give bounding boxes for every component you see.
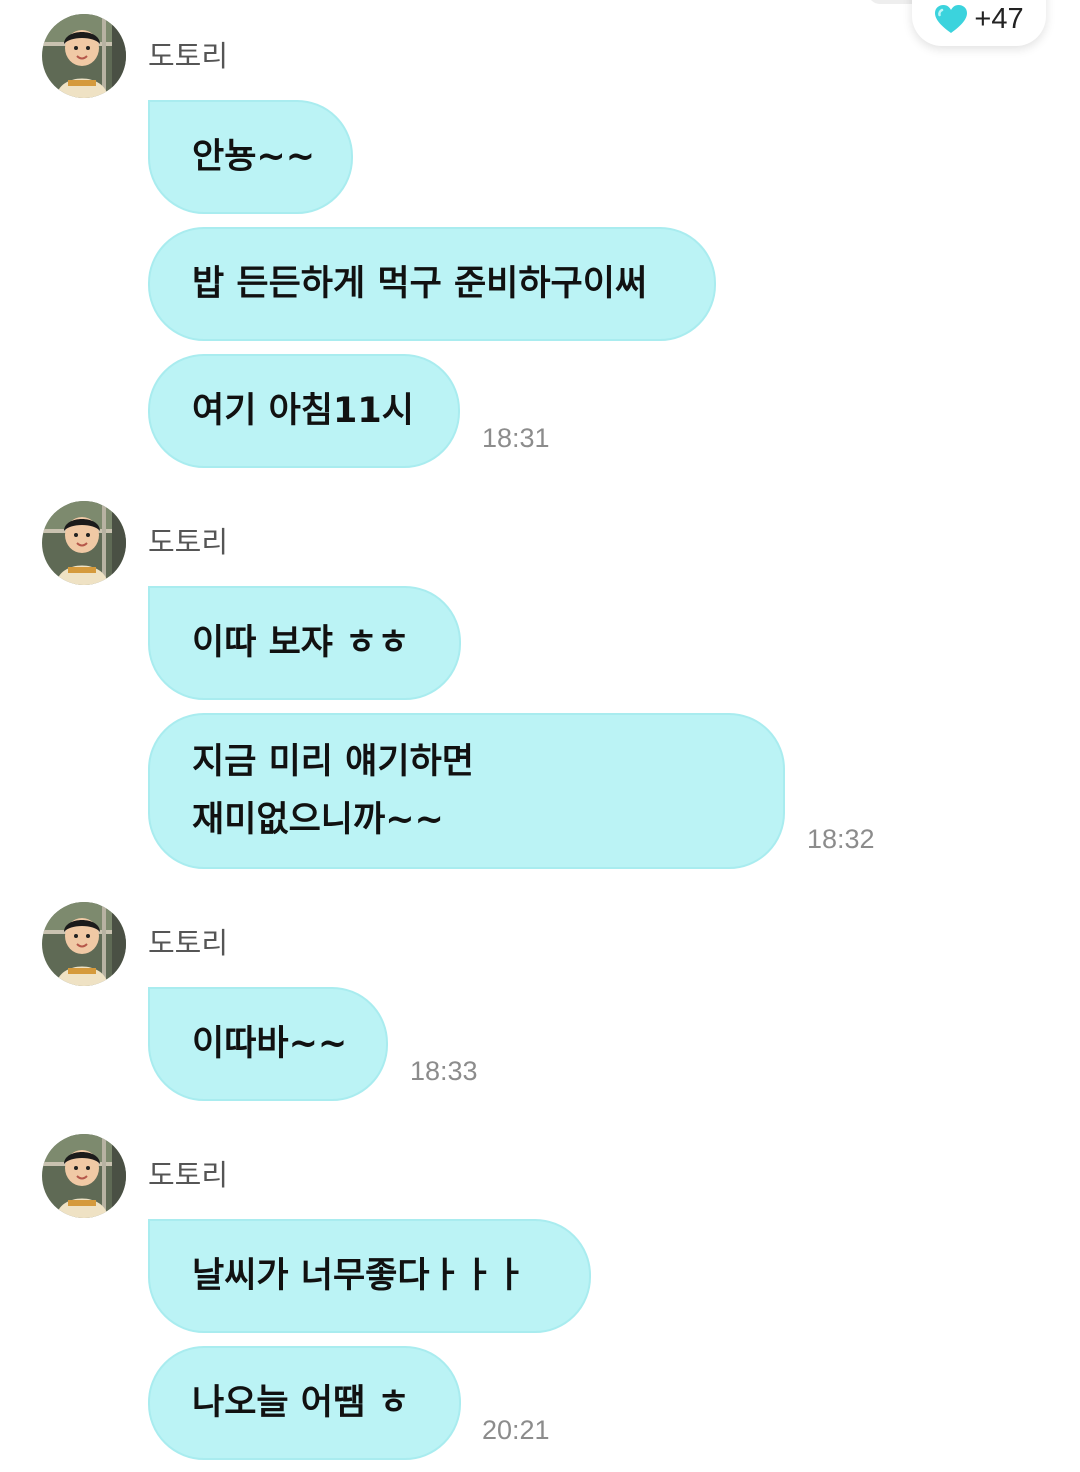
reaction-counter[interactable]: +47 <box>912 0 1046 46</box>
message-bubble[interactable]: 안뇽~~ <box>148 100 353 214</box>
reaction-count: +47 <box>974 3 1024 35</box>
avatar[interactable] <box>42 902 126 986</box>
message-text: 이따바~~ <box>192 1024 348 1064</box>
message-bubble[interactable]: 날씨가 너무좋다ㅏㅏㅏ <box>148 1219 591 1333</box>
message-bubble[interactable]: 이따 보쟈 ㅎㅎ <box>148 586 461 700</box>
message-timestamp: 18:32 <box>807 824 875 854</box>
message-timestamp: 18:33 <box>410 1056 478 1086</box>
avatar[interactable] <box>42 501 126 585</box>
sender-name: 도토리 <box>148 926 229 960</box>
sender-name: 도토리 <box>148 39 229 73</box>
message-timestamp: 20:21 <box>482 1415 550 1445</box>
message-text: 이따 보쟈 ㅎㅎ <box>192 623 410 663</box>
message-bubble[interactable]: 이따바~~ <box>148 987 388 1101</box>
message-bubble[interactable]: 나오늘 어땜 ㅎ <box>148 1346 461 1460</box>
message-timestamp: 18:31 <box>482 423 550 453</box>
message-bubble[interactable]: 지금 미리 얘기하면 재미없으니까~~ <box>148 713 785 869</box>
message-text: 밥 든든하게 먹구 준비하구이써 <box>192 264 648 304</box>
sender-name: 도토리 <box>148 1158 229 1192</box>
avatar[interactable] <box>42 1134 126 1218</box>
message-text: 나오늘 어땜 ㅎ <box>192 1383 410 1423</box>
avatar[interactable] <box>42 14 126 98</box>
sender-name: 도토리 <box>148 525 229 559</box>
heart-icon <box>935 5 968 33</box>
message-text: 지금 미리 얘기하면 재미없으니까~~ <box>192 742 474 840</box>
message-text: 날씨가 너무좋다ㅏㅏㅏ <box>192 1256 527 1296</box>
message-text: 안뇽~~ <box>192 137 316 177</box>
message-text: 여기 아침11시 <box>192 391 414 431</box>
message-bubble[interactable]: 밥 든든하게 먹구 준비하구이써 <box>148 227 716 341</box>
message-bubble[interactable]: 여기 아침11시 <box>148 354 460 468</box>
